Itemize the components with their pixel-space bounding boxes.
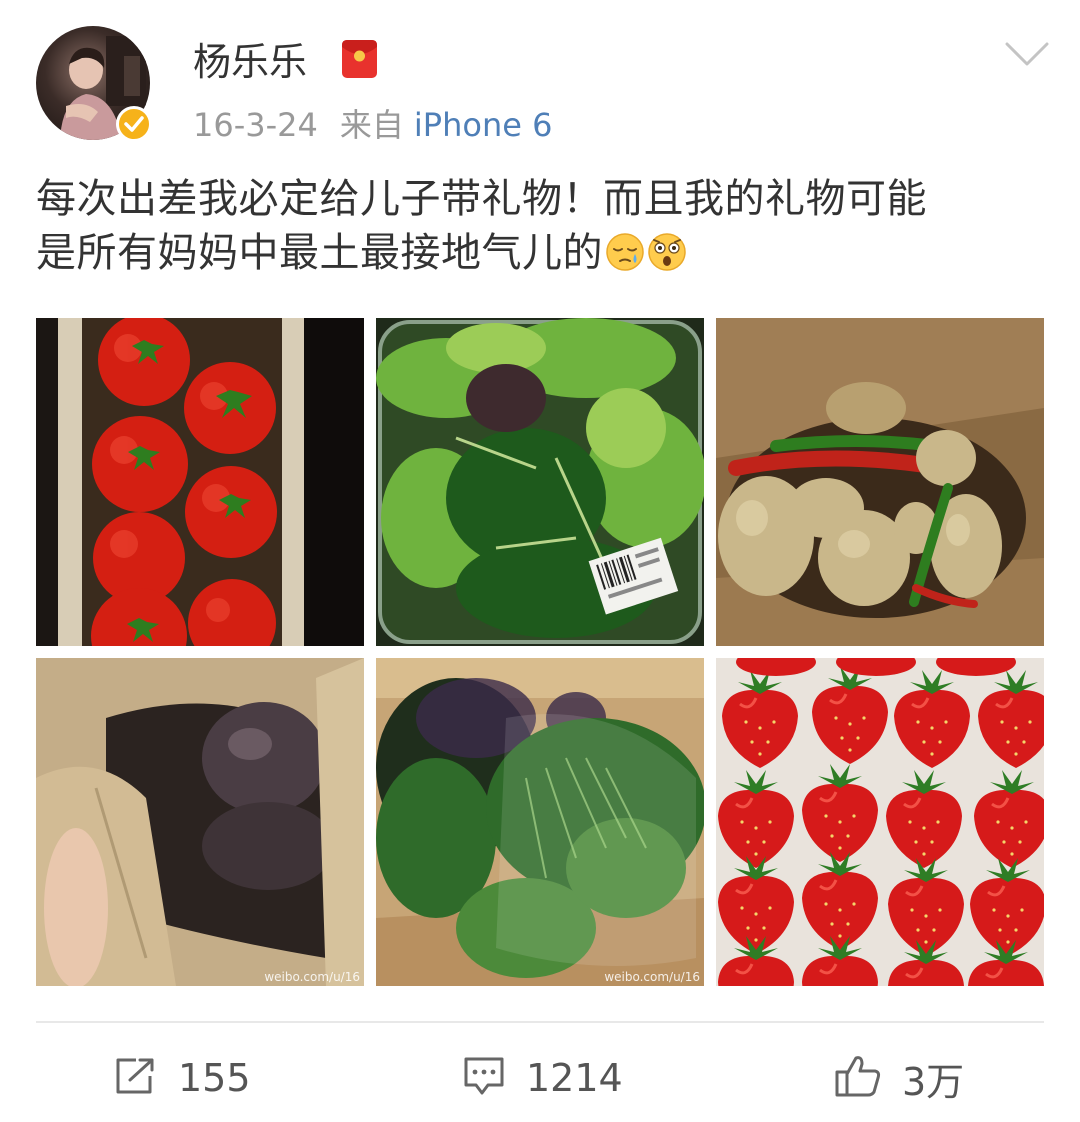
image-grid: weibo.com/u/16 weibo.com/u/16 [36, 318, 1044, 986]
chevron-down-icon[interactable] [1004, 40, 1050, 70]
post-time: 16-3-24 [193, 106, 318, 144]
comment-button[interactable]: 1214 [462, 1040, 623, 1116]
photo-herbs-box[interactable]: weibo.com/u/16 [376, 658, 704, 986]
photo-tomatoes[interactable] [36, 318, 364, 646]
device-link[interactable]: iPhone 6 [414, 106, 553, 144]
verified-badge-icon [116, 106, 152, 142]
comment-icon [462, 1055, 506, 1101]
post-text-line-1: 每次出差我必定给儿子带礼物！而且我的礼物可能 [36, 176, 927, 222]
watermark: weibo.com/u/16 [264, 970, 360, 984]
post-text-line-2: 是所有妈妈中最土最接地气儿的 [36, 226, 1046, 280]
photo-potatoes-peppers[interactable] [716, 318, 1044, 646]
thumbs-up-icon [834, 1054, 882, 1102]
photo-beets[interactable]: weibo.com/u/16 [36, 658, 364, 986]
photo-strawberries[interactable] [716, 658, 1044, 986]
divider [36, 1021, 1044, 1023]
source-label: 来自 [339, 106, 404, 144]
comment-count: 1214 [526, 1056, 623, 1100]
like-count: 3万 [902, 1059, 965, 1104]
post-text: 每次出差我必定给儿子带礼物！而且我的礼物可能 是所有妈妈中最土最接地气儿的 [36, 172, 1046, 280]
sleepy-face-icon [605, 232, 645, 272]
post-meta: 16-3-24 来自 iPhone 6 [193, 104, 552, 146]
photo-salad-greens[interactable] [376, 318, 704, 646]
share-icon [114, 1056, 158, 1100]
watermark: weibo.com/u/16 [604, 970, 700, 984]
repost-button[interactable]: 155 [114, 1040, 251, 1116]
post-text-line-2-content: 是所有妈妈中最土最接地气儿的 [36, 230, 603, 276]
repost-count: 155 [178, 1056, 251, 1100]
red-packet-icon[interactable] [341, 39, 378, 79]
like-button[interactable]: 3万 [834, 1040, 964, 1116]
post-header: 杨乐乐 16-3-24 来自 iPhone 6 [0, 0, 1080, 160]
action-bar: 155 1214 3万 [0, 1040, 1080, 1116]
astonished-face-icon [647, 232, 687, 272]
username[interactable]: 杨乐乐 [193, 38, 307, 86]
